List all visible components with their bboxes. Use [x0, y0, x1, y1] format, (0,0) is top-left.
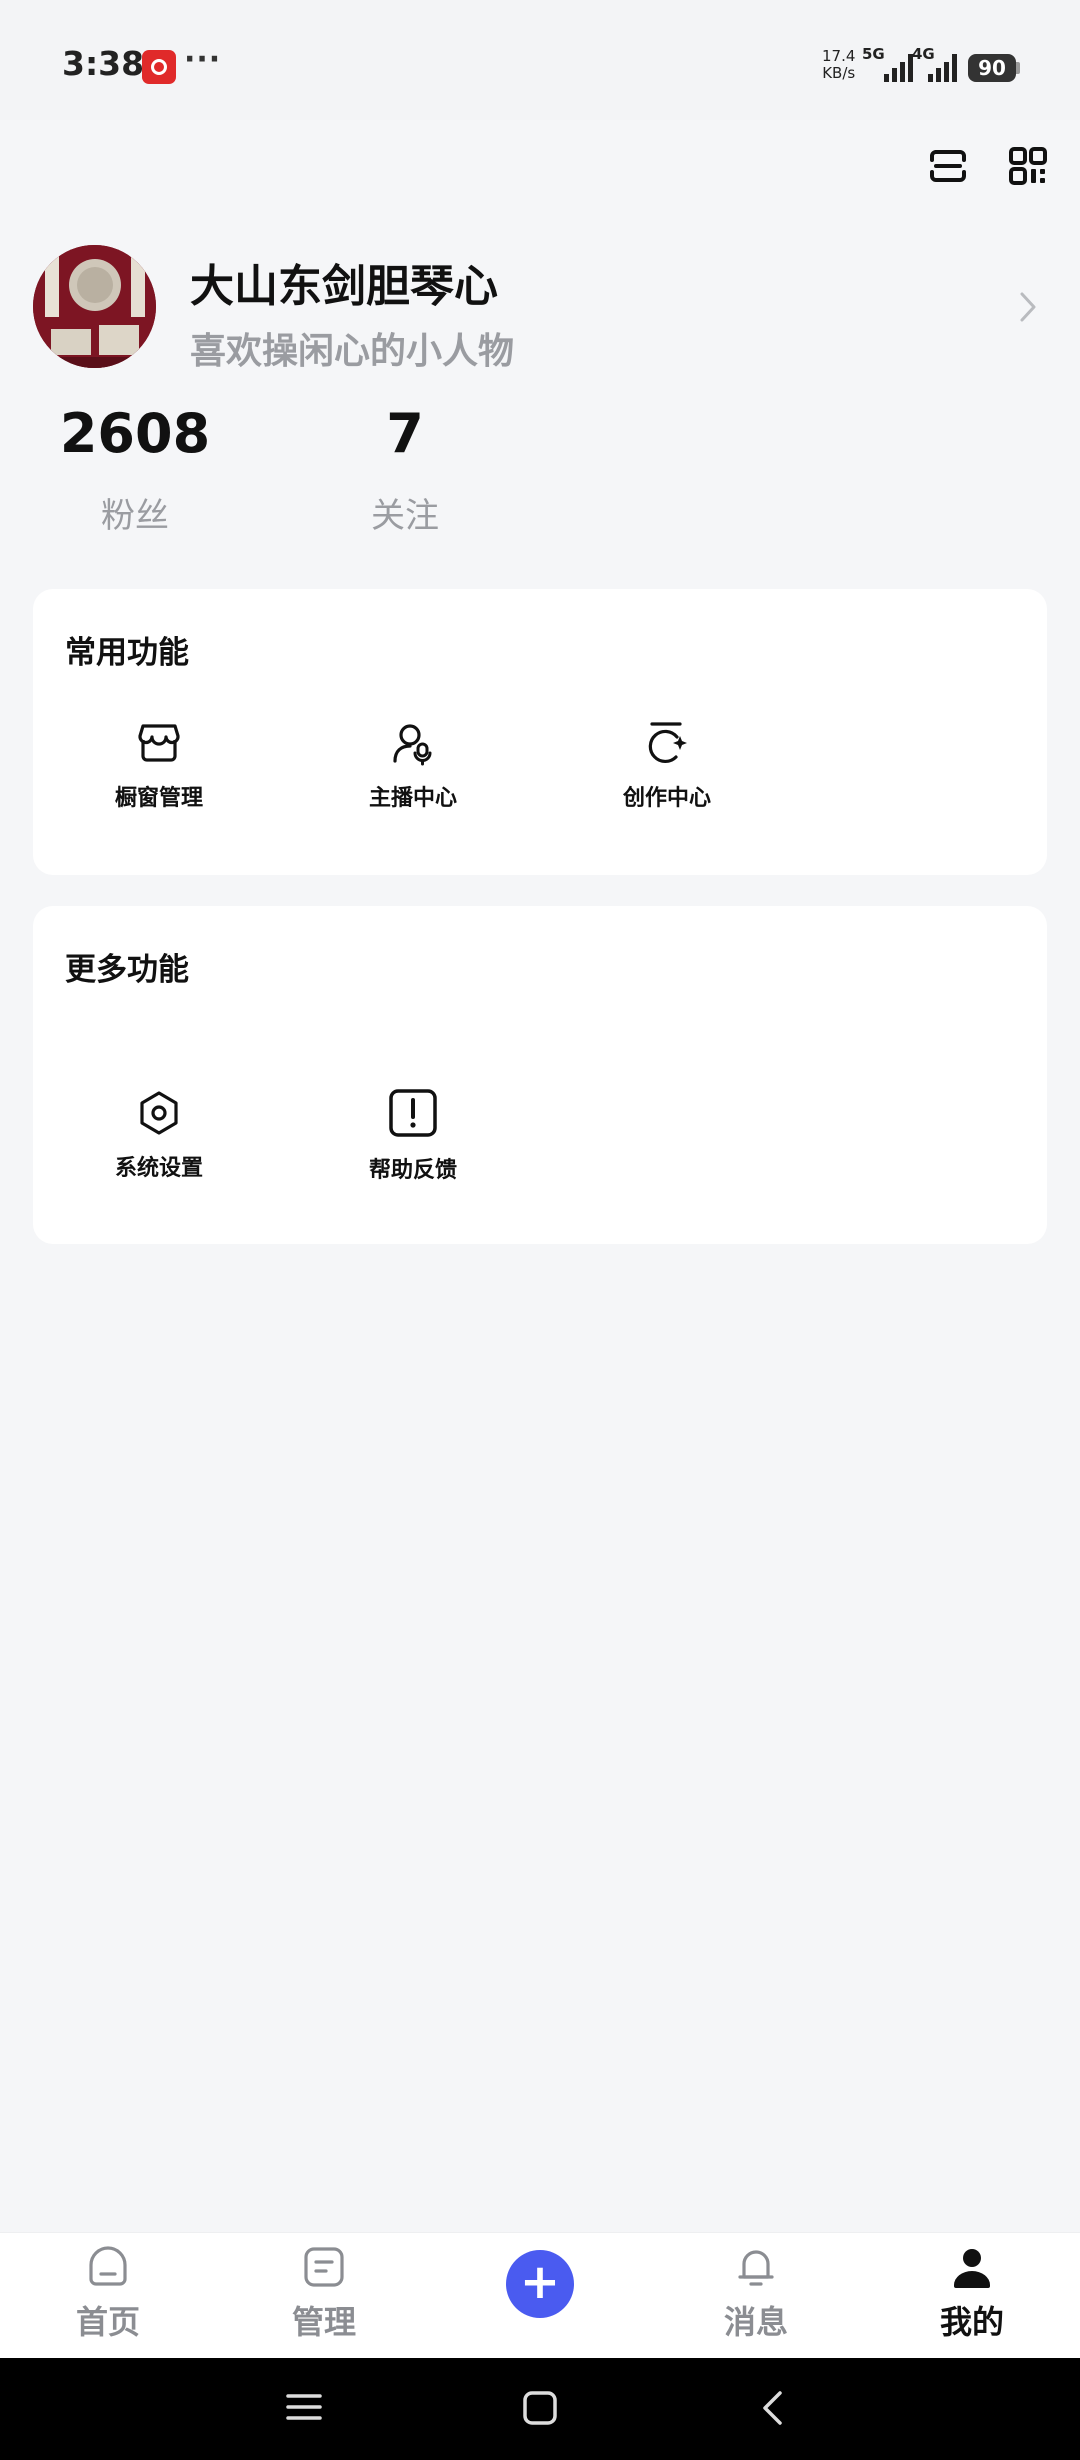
scan-icon[interactable] [928, 146, 968, 186]
battery-tip [1016, 62, 1020, 74]
manage-icon [304, 2247, 344, 2287]
more-notifications-icon: ··· [184, 42, 222, 77]
storefront-management-button[interactable]: 橱窗管理 [59, 720, 259, 812]
tab-messages[interactable]: 消息 [686, 2245, 826, 2343]
profile-bio: 喜欢操闲心的小人物 [190, 331, 515, 372]
following-label[interactable]: 关注 [295, 488, 515, 537]
tab-me-label: 我的 [939, 2303, 1004, 2341]
tab-home[interactable]: 首页 [38, 2245, 178, 2343]
back-nav-icon[interactable] [760, 2390, 784, 2430]
signal-bars-icon-2 [928, 52, 957, 82]
anchor-center-button[interactable]: 主播中心 [313, 720, 513, 812]
network-type-5g: 5G [862, 45, 885, 63]
bell-icon [738, 2250, 774, 2286]
home-icon [89, 2246, 127, 2286]
more-functions-title: 更多功能 [65, 952, 189, 988]
tab-messages-label: 消息 [723, 2303, 788, 2341]
hexagon-settings-icon [140, 1091, 178, 1135]
battery-icon: 90 [968, 54, 1016, 82]
recent-apps-icon[interactable] [286, 2392, 322, 2426]
net-speed: 17.4 KB/s [822, 48, 855, 82]
system-settings-label: 系统设置 [114, 1156, 203, 1181]
common-functions-title: 常用功能 [65, 635, 189, 671]
system-settings-button[interactable]: 系统设置 [59, 1090, 259, 1182]
tab-manage-label: 管理 [291, 2303, 356, 2341]
create-plus-button[interactable]: + [506, 2250, 574, 2318]
qr-code-icon[interactable] [1008, 146, 1048, 186]
avatar[interactable] [33, 245, 156, 368]
creation-center-button[interactable]: 创作中心 [567, 720, 767, 812]
creation-center-label: 创作中心 [622, 786, 711, 811]
followers-count[interactable]: 2608 [25, 402, 245, 465]
creation-sparkle-icon [648, 722, 687, 764]
profile-nickname[interactable]: 大山东剑胆琴心 [190, 250, 498, 314]
net-speed-unit: KB/s [822, 64, 856, 82]
followers-label[interactable]: 粉丝 [25, 488, 245, 537]
anchor-mic-icon [393, 724, 432, 766]
tab-me[interactable]: 我的 [902, 2245, 1042, 2343]
tab-home-label: 首页 [75, 2303, 140, 2341]
chevron-right-icon[interactable] [1016, 290, 1040, 328]
signal-bars-icon [884, 52, 913, 82]
user-icon [954, 2249, 990, 2288]
signal-5g: 5G [862, 46, 885, 62]
home-nav-icon[interactable] [522, 2390, 558, 2430]
help-feedback-button[interactable]: 帮助反馈 [313, 1088, 513, 1184]
anchor-center-label: 主播中心 [368, 786, 457, 811]
tab-manage[interactable]: 管理 [254, 2245, 394, 2343]
storefront-icon [138, 724, 180, 762]
status-time: 3:38 [62, 44, 145, 83]
exclamation-feedback-icon [389, 1089, 437, 1137]
net-speed-value: 17.4 [822, 47, 856, 65]
app-notification-icon [142, 50, 176, 84]
help-feedback-label: 帮助反馈 [368, 1158, 457, 1183]
following-count[interactable]: 7 [295, 402, 515, 465]
storefront-management-label: 橱窗管理 [114, 786, 203, 811]
